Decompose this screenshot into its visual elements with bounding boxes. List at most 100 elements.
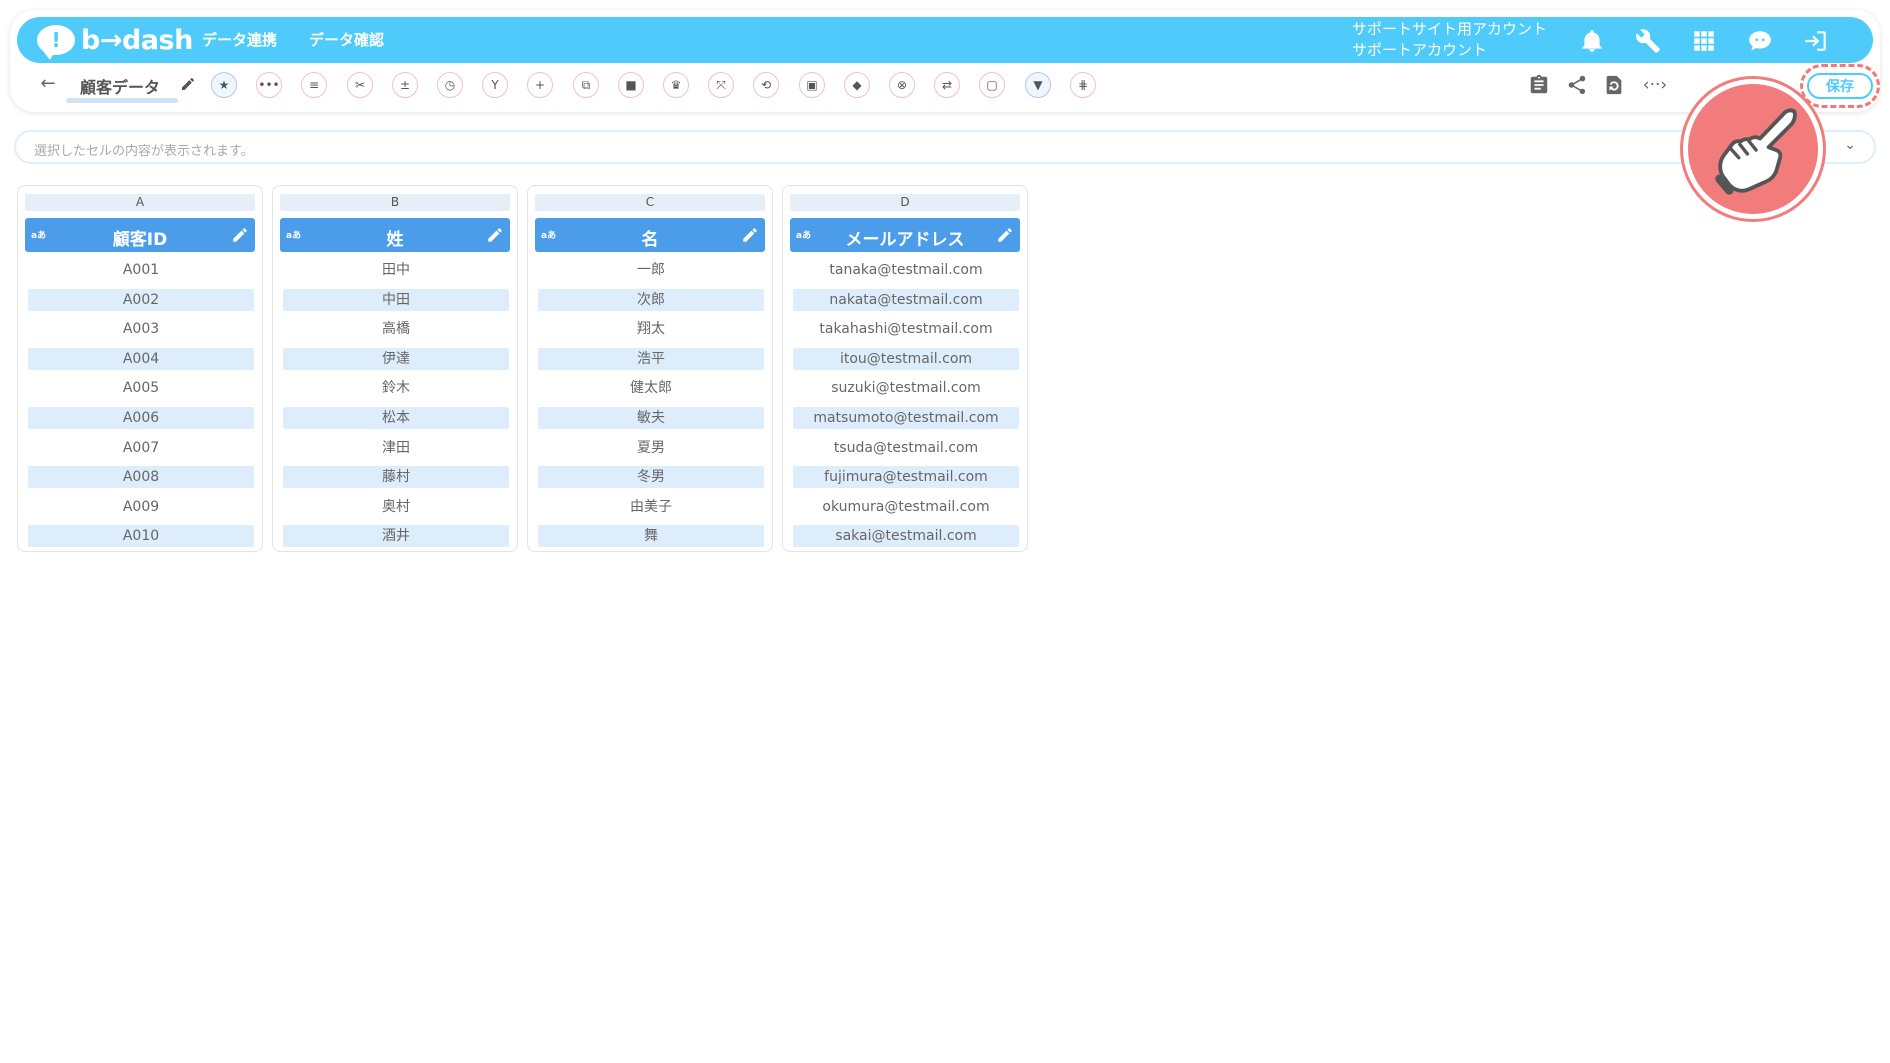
account-info[interactable]: サポートサイト用アカウント サポートアカウント: [1352, 19, 1547, 61]
cancel-tool-button[interactable]: ⊗: [889, 72, 915, 98]
lock-tool-button[interactable]: ▣: [799, 72, 825, 98]
table-cell[interactable]: tanaka@testmail.com: [793, 259, 1019, 281]
table-cell[interactable]: 奥村: [283, 496, 509, 518]
table-cell[interactable]: 酒井: [283, 525, 509, 548]
table-cell[interactable]: 翔太: [538, 318, 764, 340]
timer-tool-button[interactable]: ◷: [437, 72, 463, 98]
table-cell[interactable]: 田中: [283, 259, 509, 281]
logout-icon[interactable]: [1801, 26, 1831, 56]
table-cell[interactable]: nakata@testmail.com: [793, 288, 1019, 311]
table-cell[interactable]: A006: [28, 407, 254, 429]
table-cell[interactable]: A001: [28, 259, 254, 281]
table-cell[interactable]: fujimura@testmail.com: [793, 466, 1019, 489]
table-cell[interactable]: A004: [28, 347, 254, 370]
grid-tool-button[interactable]: ⋕: [1070, 72, 1096, 98]
table-cell[interactable]: suzuki@testmail.com: [793, 377, 1019, 399]
column-letter[interactable]: A: [25, 194, 255, 211]
table-cell[interactable]: 由美子: [538, 496, 764, 518]
expand-tool-button[interactable]: ⤧: [708, 72, 734, 98]
column-b: Baあ姓田中中田高橋伊達鈴木松本津田藤村奥村酒井: [272, 185, 518, 552]
bell-icon[interactable]: [1577, 26, 1607, 56]
add-tool-button[interactable]: +: [527, 72, 553, 98]
repeat-tool-icon: ⟲: [760, 78, 772, 92]
table-cell[interactable]: 敏夫: [538, 407, 764, 429]
table-cell[interactable]: tsuda@testmail.com: [793, 437, 1019, 459]
table-cell[interactable]: 伊達: [283, 347, 509, 370]
table-cell[interactable]: 松本: [283, 407, 509, 429]
copy-tool-button[interactable]: ⧉: [573, 72, 599, 98]
calc-tool-button[interactable]: ±: [392, 72, 418, 98]
table-cell[interactable]: sakai@testmail.com: [793, 525, 1019, 548]
column-header[interactable]: aあ メールアドレス: [790, 218, 1020, 252]
table-cell[interactable]: A003: [28, 318, 254, 340]
table-cell[interactable]: 健太郎: [538, 377, 764, 399]
code-icon[interactable]: ‹··›: [1640, 73, 1670, 97]
column-header[interactable]: aあ 顧客ID: [25, 218, 255, 252]
table-cell[interactable]: A010: [28, 525, 254, 548]
help-chat-icon[interactable]: [1745, 26, 1775, 56]
share-icon[interactable]: [1565, 73, 1589, 97]
list-tool-button[interactable]: ≡: [301, 72, 327, 98]
column-letter[interactable]: D: [790, 194, 1020, 211]
column-name: 顧客ID: [112, 230, 168, 250]
table-cell[interactable]: A005: [28, 377, 254, 399]
scissors-tool-button[interactable]: ✂: [347, 72, 373, 98]
delete-tool-button[interactable]: ■: [618, 72, 644, 98]
logo[interactable]: ! b→dash: [37, 23, 193, 60]
table-cell[interactable]: A008: [28, 466, 254, 489]
box-tool-button[interactable]: ◆: [844, 72, 870, 98]
title-edit-icon[interactable]: [180, 76, 196, 92]
table-cell[interactable]: 津田: [283, 437, 509, 459]
table-cell[interactable]: itou@testmail.com: [793, 347, 1019, 370]
wrench-icon[interactable]: [1633, 26, 1663, 56]
filter-tool-icon: ▼: [1033, 78, 1043, 92]
table-cell[interactable]: 浩平: [538, 347, 764, 370]
table-cell[interactable]: A007: [28, 437, 254, 459]
table-cell[interactable]: A002: [28, 288, 254, 311]
calc-tool-icon: ±: [399, 78, 411, 92]
table-cell[interactable]: 次郎: [538, 288, 764, 311]
filter-tool-button[interactable]: ▼: [1025, 72, 1051, 98]
column-header[interactable]: aあ姓: [280, 218, 510, 252]
chevron-down-icon[interactable]: ⌄: [1844, 137, 1856, 153]
favorite-tool-button[interactable]: ★: [211, 72, 237, 98]
repeat-tool-button[interactable]: ⟲: [753, 72, 779, 98]
convert-tool-button[interactable]: ⇄: [934, 72, 960, 98]
crown-tool-button[interactable]: ♛: [663, 72, 689, 98]
frame-tool-button[interactable]: ▢: [979, 72, 1005, 98]
merge-tool-button[interactable]: Y: [482, 72, 508, 98]
apps-grid-icon[interactable]: [1689, 26, 1719, 56]
back-arrow-icon[interactable]: ←: [38, 74, 58, 94]
cancel-tool-icon: ⊗: [896, 78, 908, 92]
more-tool-button[interactable]: •••: [256, 72, 282, 98]
pencil-icon[interactable]: [741, 226, 759, 244]
table-cell[interactable]: 舞: [538, 525, 764, 548]
table-cell[interactable]: okumura@testmail.com: [793, 496, 1019, 518]
table-cell[interactable]: 高橋: [283, 318, 509, 340]
table-cell[interactable]: matsumoto@testmail.com: [793, 407, 1019, 429]
nav-data-check[interactable]: データ確認: [309, 29, 384, 50]
table-cell[interactable]: 中田: [283, 288, 509, 311]
table-cell[interactable]: 藤村: [283, 466, 509, 489]
table-cell[interactable]: takahashi@testmail.com: [793, 318, 1019, 340]
cell-content-placeholder: 選択したセルの内容が表示されます。: [34, 144, 254, 159]
pencil-icon[interactable]: [996, 226, 1014, 244]
cell-content-bar[interactable]: 選択したセルの内容が表示されます。 ⌄: [14, 130, 1876, 164]
refresh-icon[interactable]: [1602, 73, 1626, 97]
list-tool-icon: ≡: [308, 78, 320, 92]
clipboard-icon[interactable]: [1527, 73, 1551, 97]
column-letter[interactable]: C: [535, 194, 765, 211]
column-letter[interactable]: B: [280, 194, 510, 211]
column-header[interactable]: aあ名: [535, 218, 765, 252]
table-cell[interactable]: 鈴木: [283, 377, 509, 399]
pencil-icon[interactable]: [231, 226, 249, 244]
save-button[interactable]: 保存: [1807, 73, 1873, 99]
table-cell[interactable]: A009: [28, 496, 254, 518]
table-cell[interactable]: 一郎: [538, 259, 764, 281]
scissors-tool-icon: ✂: [354, 78, 366, 92]
table-cell[interactable]: 夏男: [538, 437, 764, 459]
frame-tool-icon: ▢: [986, 78, 998, 92]
nav-data-link[interactable]: データ連携: [202, 29, 277, 50]
pencil-icon[interactable]: [486, 226, 504, 244]
table-cell[interactable]: 冬男: [538, 466, 764, 489]
